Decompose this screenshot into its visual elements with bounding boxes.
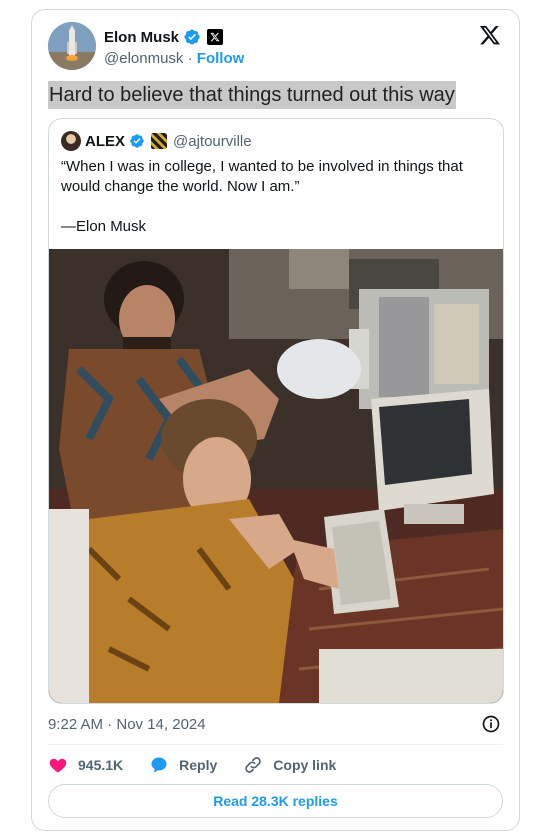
author-avatar[interactable] xyxy=(48,22,96,70)
quoted-quote-line: “When I was in college, I wanted to be i… xyxy=(61,158,463,195)
handle-separator: · xyxy=(187,50,193,67)
tweet-text: Hard to believe that things turned out t… xyxy=(48,81,456,109)
info-icon[interactable] xyxy=(481,714,501,734)
x-affiliate-icon xyxy=(207,29,224,45)
quoted-text: “When I was in college, I wanted to be i… xyxy=(61,157,491,257)
like-button[interactable]: 945.1K xyxy=(48,755,123,775)
quoted-handle: @ajtourville xyxy=(173,132,252,150)
quoted-attribution: —Elon Musk xyxy=(61,218,147,235)
quoted-photo[interactable] xyxy=(49,249,503,703)
verified-badge-icon xyxy=(184,29,200,45)
link-icon xyxy=(245,757,262,773)
like-count: 945.1K xyxy=(78,757,124,773)
quoted-avatar xyxy=(61,131,81,151)
copy-link-label: Copy link xyxy=(273,757,337,773)
quoted-header: ALEX @ajtourville xyxy=(61,131,252,151)
reply-button[interactable]: Reply xyxy=(149,755,217,775)
tweet-timestamp[interactable]: 9:22 AM · Nov 14, 2024 xyxy=(48,714,206,736)
heart-icon xyxy=(49,758,67,773)
author-block: Elon Musk @elonmusk · Follow xyxy=(104,26,244,70)
avatar-image xyxy=(48,22,96,70)
reply-bubble-icon xyxy=(151,757,167,773)
author-name-row: Elon Musk xyxy=(104,26,244,48)
divider xyxy=(48,744,503,745)
quoted-display-name: ALEX xyxy=(85,132,126,150)
follow-button[interactable]: Follow xyxy=(197,50,245,67)
affiliate-badge-icon xyxy=(151,133,168,149)
action-bar: 945.1K Reply Copy link xyxy=(48,753,362,777)
verified-badge-icon xyxy=(130,134,144,148)
copy-link-button[interactable]: Copy link xyxy=(243,755,336,775)
author-handle[interactable]: @elonmusk xyxy=(104,50,183,67)
photo-illustration xyxy=(49,249,503,703)
x-logo-icon[interactable] xyxy=(479,24,501,46)
reply-label: Reply xyxy=(179,757,218,773)
quoted-tweet[interactable]: ALEX @ajtourville “When I was in college… xyxy=(48,118,504,704)
read-replies-button[interactable]: Read 28.3K replies xyxy=(48,784,503,818)
tweet-card: Elon Musk @elonmusk · Follow Hard to bel… xyxy=(31,9,520,831)
author-handle-row: @elonmusk · Follow xyxy=(104,48,244,70)
author-display-name[interactable]: Elon Musk xyxy=(104,29,179,46)
